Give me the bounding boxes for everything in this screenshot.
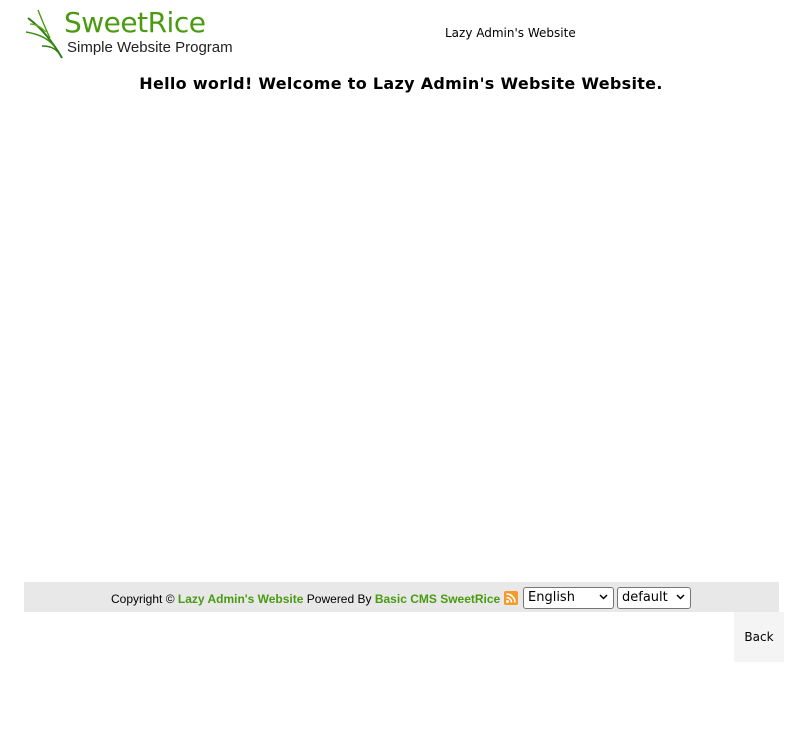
theme-select[interactable]: default xyxy=(617,587,691,609)
header: SweetRice Simple Website Program Lazy Ad… xyxy=(24,6,779,62)
logo-title: SweetRice xyxy=(64,6,206,39)
powered-by-text: Powered By xyxy=(306,592,372,606)
logo-link[interactable]: SweetRice Simple Website Program xyxy=(24,6,239,62)
rss-icon[interactable] xyxy=(504,590,519,605)
page: SweetRice Simple Website Program Lazy Ad… xyxy=(0,0,802,755)
logo-subtitle: Simple Website Program xyxy=(67,39,233,56)
site-title: Lazy Admin's Website xyxy=(445,26,576,40)
welcome-heading: Hello world! Welcome to Lazy Admin's Web… xyxy=(139,74,663,93)
theme-select-value: default xyxy=(622,590,668,605)
chevron-down-icon xyxy=(676,594,685,600)
back-button[interactable]: Back xyxy=(734,612,784,662)
copyright-prefix: Copyright © xyxy=(111,592,175,606)
chevron-down-icon xyxy=(599,594,608,600)
language-select[interactable]: English xyxy=(523,587,614,609)
rice-plant-icon xyxy=(25,9,63,59)
site-link[interactable]: Lazy Admin's Website xyxy=(178,590,304,608)
language-select-value: English xyxy=(528,590,575,605)
footer: Copyright © Lazy Admin's Website Powered… xyxy=(24,582,779,612)
footer-copyright: Copyright © Lazy Admin's Website Powered… xyxy=(111,590,521,608)
cms-link[interactable]: Basic CMS SweetRice xyxy=(375,590,500,608)
